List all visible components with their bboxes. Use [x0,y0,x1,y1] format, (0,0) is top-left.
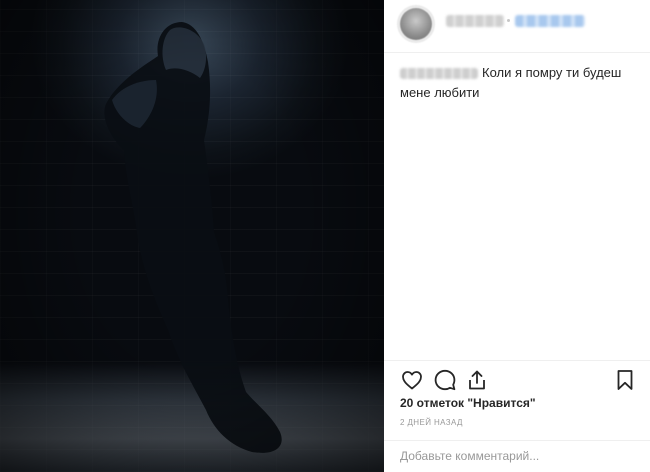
comment-bubble-icon[interactable] [433,368,457,392]
username-blurred[interactable] [446,15,504,27]
post-header [384,0,650,53]
comment-input[interactable] [400,447,634,465]
post-timestamp[interactable]: 2 ДНЕЙ НАЗАД [400,418,463,427]
avatar[interactable] [400,8,432,40]
separator-dot [507,19,510,22]
likes-count[interactable]: 20 отметок "Нравится" [400,396,536,410]
action-bar [384,360,650,400]
share-icon[interactable] [465,368,489,392]
bookmark-icon[interactable] [613,368,637,392]
comment-form [384,440,650,472]
post-photo[interactable] [0,0,384,472]
caption-username-blurred[interactable] [400,68,478,79]
post-caption: Коли я помру ти будеш мене любити [400,63,636,103]
follow-button-blurred[interactable] [515,15,585,27]
photo-vignette [0,0,384,472]
heart-icon[interactable] [400,368,424,392]
post-sidebar: Коли я помру ти будеш мене любити 20 отм… [384,0,650,472]
